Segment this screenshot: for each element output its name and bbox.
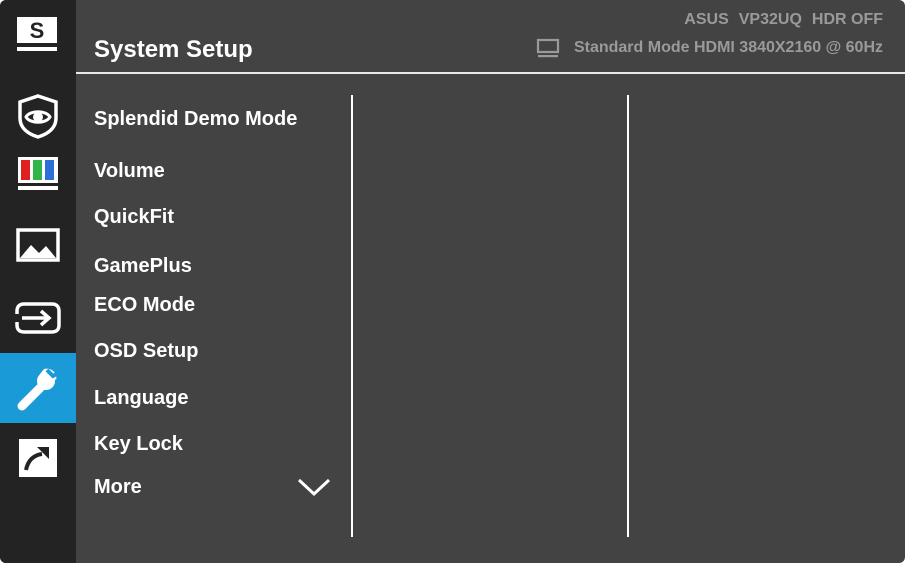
sidebar-item-shortcut[interactable] [0, 423, 76, 493]
sidebar-item-splendid[interactable]: S [0, 0, 76, 70]
sidebar-item-color[interactable] [0, 138, 76, 208]
menu-item-splendid-demo-mode[interactable]: Splendid Demo Mode [94, 108, 297, 131]
column-divider-2 [627, 95, 629, 537]
sidebar-item-image[interactable] [0, 210, 76, 280]
menu-item-gameplus[interactable]: GamePlus [94, 255, 192, 278]
menu-item-language[interactable]: Language [94, 387, 188, 410]
menu-item-osd-setup[interactable]: OSD Setup [94, 340, 198, 363]
monitor-icon [536, 38, 560, 58]
sidebar-item-input[interactable] [0, 283, 76, 353]
osd-window: S System Setup ASUS VP32UQ HDR OFF Stand… [0, 0, 905, 563]
image-icon [16, 228, 60, 262]
hdr-status: HDR OFF [811, 11, 883, 28]
shortcut-arrow-icon [19, 439, 57, 477]
eye-care-icon [18, 94, 58, 139]
menu-item-eco-mode[interactable]: ECO Mode [94, 294, 195, 317]
status-info-bottom: Standard Mode HDMI 3840X2160 @ 60Hz [536, 38, 883, 58]
menu-item-quickfit[interactable]: QuickFit [94, 206, 174, 229]
chevron-down-icon[interactable] [296, 476, 332, 498]
input-select-icon [15, 302, 61, 334]
menu-item-volume[interactable]: Volume [94, 160, 165, 183]
column-divider-1 [351, 95, 353, 537]
page-title: System Setup [94, 36, 253, 63]
color-bars-icon [18, 157, 58, 190]
model-label: VP32UQ [738, 11, 802, 28]
menu-item-more[interactable]: More [94, 476, 142, 499]
mode-info: Standard Mode HDMI 3840X2160 @ 60Hz [573, 39, 883, 56]
wrench-icon [17, 368, 60, 411]
splendid-s-icon: S [17, 17, 57, 51]
status-info-top: ASUS VP32UQ HDR OFF [684, 11, 883, 29]
header-divider [76, 72, 905, 74]
sidebar: S [0, 0, 76, 563]
menu-item-key-lock[interactable]: Key Lock [94, 433, 183, 456]
sidebar-item-system-setup[interactable] [0, 353, 76, 423]
brand-label: ASUS [684, 11, 729, 28]
svg-text:S: S [30, 18, 45, 43]
